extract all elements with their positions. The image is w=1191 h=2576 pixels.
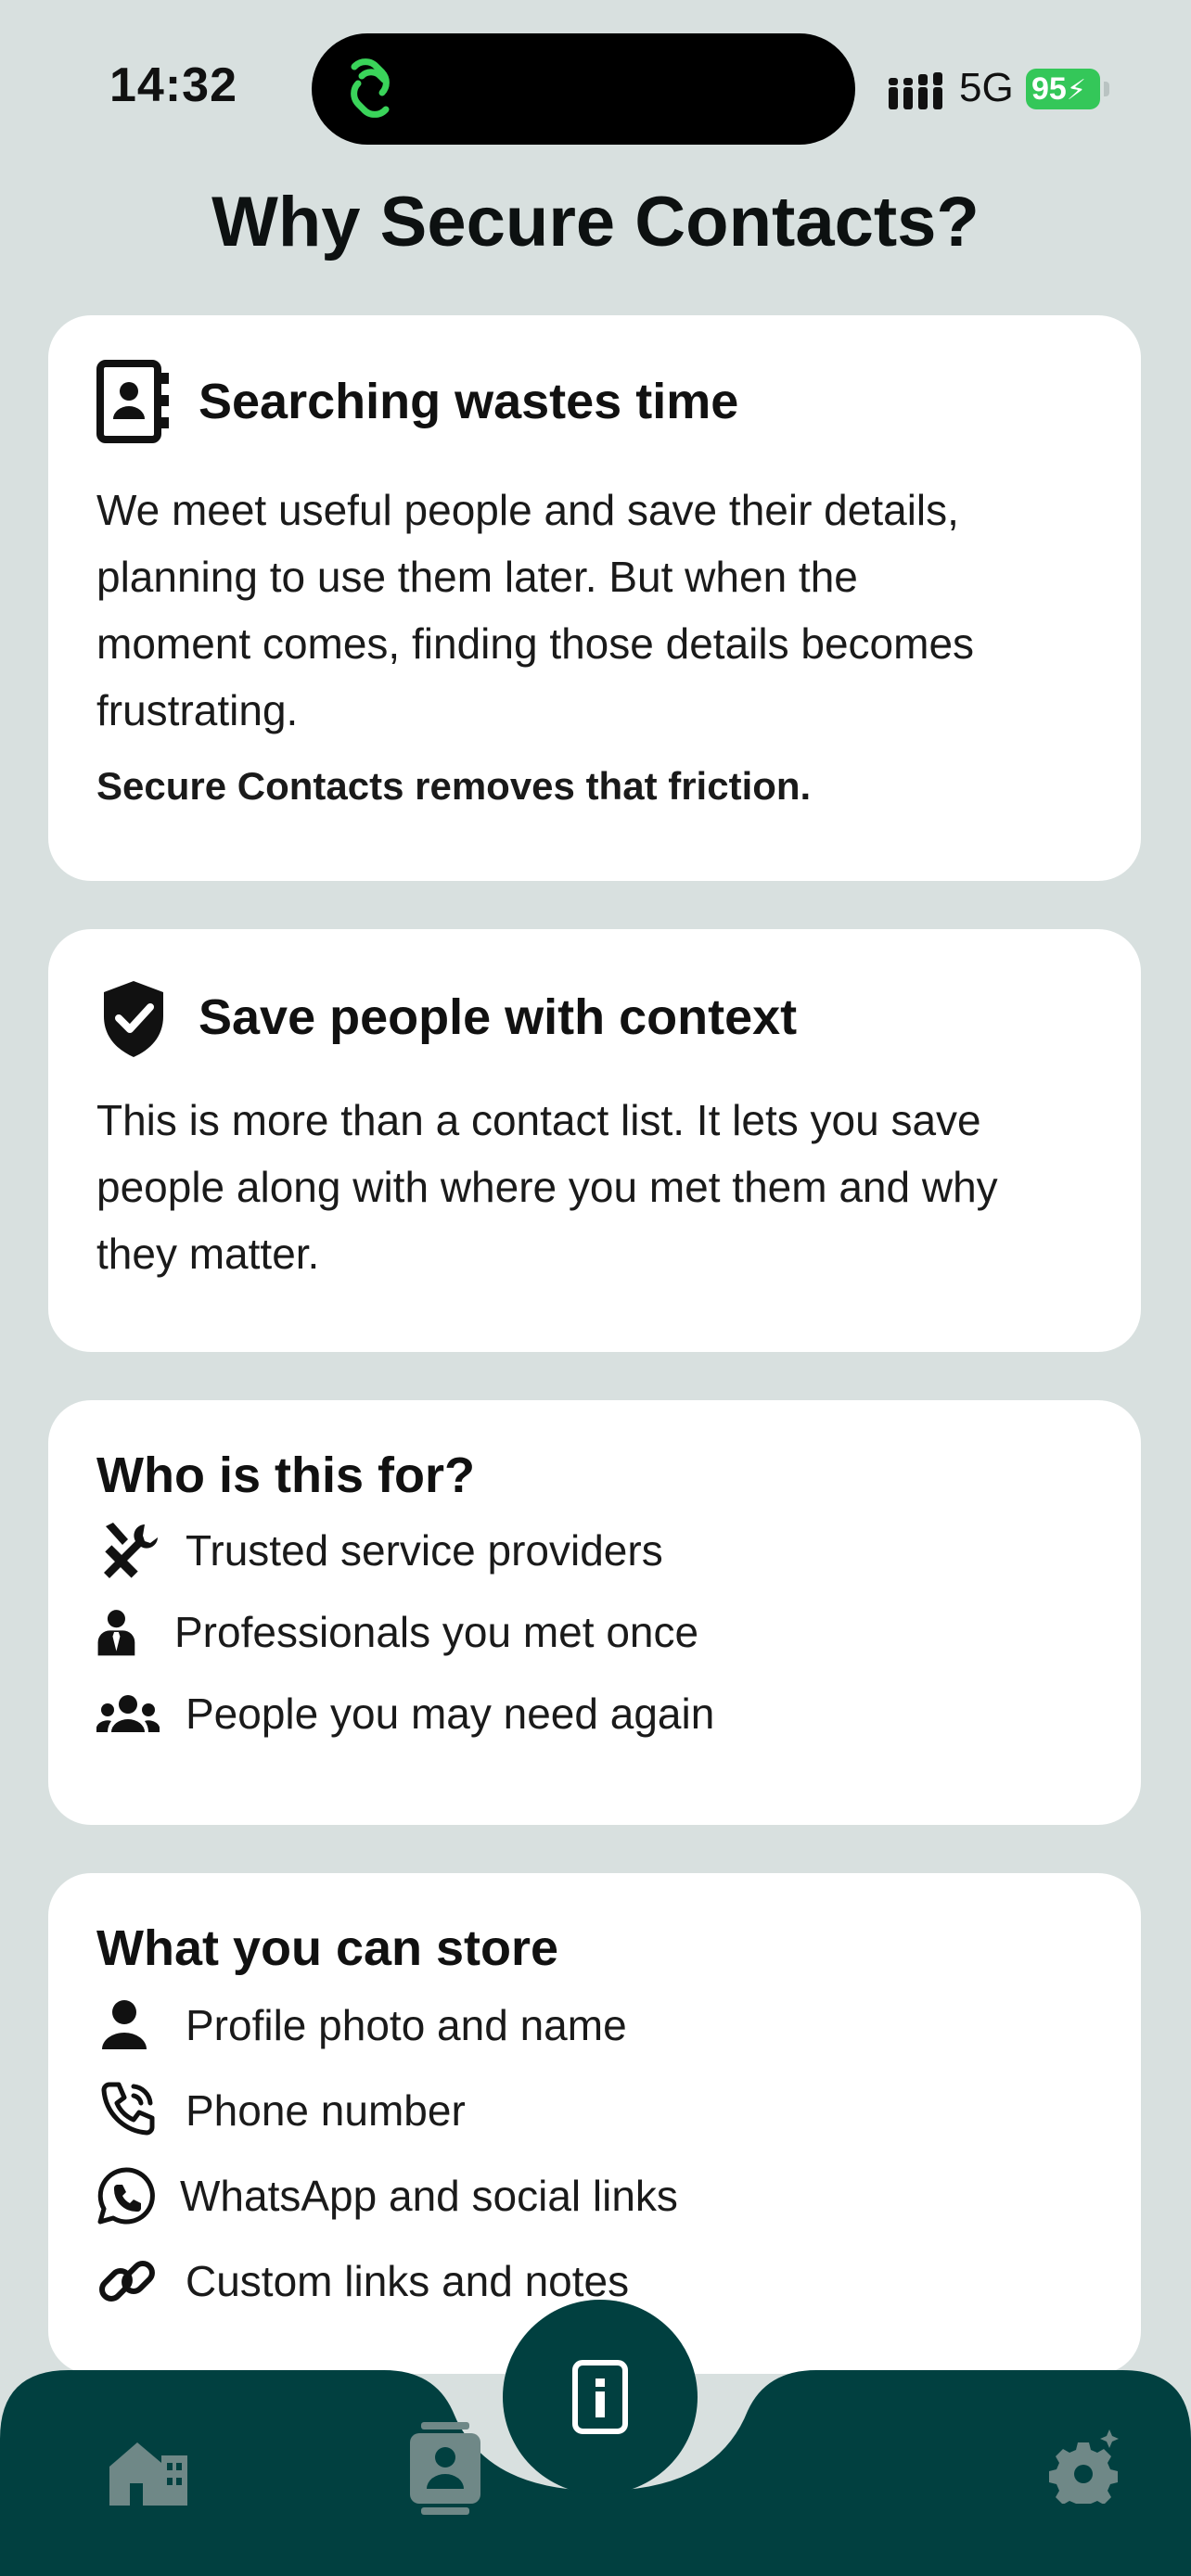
list-item-label: People you may need again (186, 1690, 715, 1738)
list-item: Profile photo and name (96, 1983, 1093, 2068)
audience-list: Trusted service providers Professionals … (96, 1510, 1093, 1754)
home-icon[interactable] (106, 2435, 189, 2506)
tools-icon (104, 1523, 158, 1578)
card-what-you-can-store: What you can store Profile photo and nam… (48, 1873, 1141, 2374)
card-header: Searching wastes time (96, 360, 1093, 443)
card-header: Save people with context (96, 976, 1093, 1059)
list-item: Phone number (96, 2068, 1093, 2153)
list-item: Trusted service providers (96, 1510, 1093, 1591)
phone-icon (101, 2082, 155, 2136)
battery-icon: 95⚡ (1026, 69, 1100, 109)
card-who-is-this-for: Who is this for? Trusted service provide… (48, 1400, 1141, 1825)
settings-icon[interactable] (1048, 2429, 1122, 2504)
card-save-with-context: Save people with context This is more th… (48, 929, 1141, 1352)
list-item-label: Profile photo and name (186, 2001, 627, 2049)
card-searching-wastes-time: Searching wastes time We meet useful peo… (48, 315, 1141, 881)
status-bar: 14:32 5G 95⚡ (0, 0, 1191, 158)
list-item-label: Phone number (186, 2086, 466, 2135)
person-icon (102, 2000, 147, 2049)
list-item-label: Trusted service providers (186, 1526, 663, 1575)
body-line: people along with where you met them and… (96, 1163, 998, 1211)
link-icon (99, 2261, 155, 2302)
status-time: 14:32 (109, 58, 237, 112)
body-line: they matter. (96, 1230, 320, 1278)
list-item-label: Professionals you met once (174, 1608, 699, 1656)
body-line: We meet useful people and save their det… (96, 486, 959, 534)
signal-icon (889, 72, 942, 109)
shield-check-icon (104, 981, 163, 1057)
dynamic-island (312, 33, 855, 145)
whatsapp-icon (97, 2167, 155, 2225)
contact-book-icon (96, 360, 169, 443)
body-line: frustrating. (96, 686, 299, 734)
card-emphasis: Secure Contacts removes that friction. (96, 764, 812, 808)
card-title: Searching wastes time (198, 374, 739, 429)
group-icon (96, 1695, 160, 1732)
list-item-label: WhatsApp and social links (180, 2172, 678, 2220)
battery-cap (1104, 82, 1109, 96)
battery-level: 95 (1031, 71, 1067, 107)
page-title: Why Secure Contacts? (211, 183, 980, 261)
body-line: moment comes, finding those details beco… (96, 619, 975, 668)
contacts-icon[interactable] (408, 2422, 482, 2515)
list-item-label: Custom links and notes (186, 2257, 630, 2305)
network-label: 5G (959, 65, 1014, 110)
card-body: We meet useful people and save their det… (96, 477, 1093, 744)
info-card-button[interactable] (503, 2300, 698, 2494)
info-card-icon (572, 2360, 628, 2434)
section-title: Who is this for? (96, 1447, 475, 1503)
list-item: WhatsApp and social links (96, 2153, 1093, 2238)
card-title: Save people with context (198, 989, 798, 1045)
link-app-icon (351, 58, 390, 118)
body-line: planning to use them later. But when the (96, 553, 858, 601)
storable-list: Profile photo and name Phone number What… (96, 1983, 1093, 2324)
card-body: This is more than a contact list. It let… (96, 1087, 1093, 1287)
list-item: People you may need again (96, 1673, 1093, 1754)
body-line: This is more than a contact list. It let… (96, 1096, 981, 1144)
list-item: Professionals you met once (96, 1591, 1093, 1673)
professional-icon (97, 1610, 135, 1656)
section-title: What you can store (96, 1920, 559, 1976)
